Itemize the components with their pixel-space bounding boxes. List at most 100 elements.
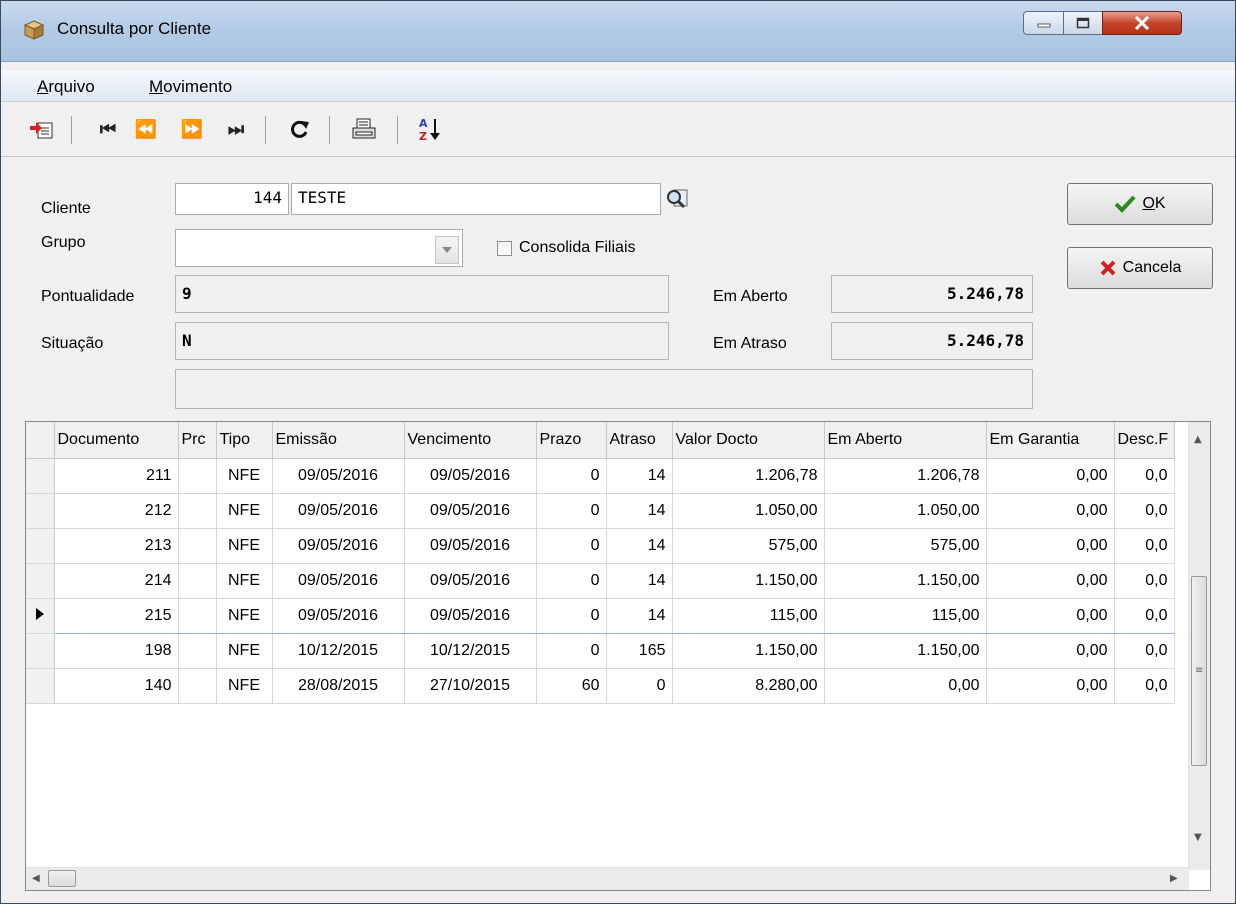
col-documento[interactable]: Documento (54, 422, 179, 459)
cell-tipo[interactable]: NFE (216, 528, 273, 564)
menu-movimento[interactable]: Movimento (149, 77, 232, 97)
cell-vencimento[interactable]: 09/05/2016 (404, 598, 537, 634)
cell-tipo[interactable]: NFE (216, 633, 273, 669)
col-vencimento[interactable]: Vencimento (404, 422, 537, 459)
row-indicator-current[interactable] (26, 598, 55, 634)
cell-prc[interactable] (178, 633, 217, 669)
cell-vencimento[interactable]: 10/12/2015 (404, 633, 537, 669)
scroll-right-icon[interactable]: ▶ (1170, 873, 1178, 884)
cell-em-aberto[interactable]: 1.150,00 (824, 563, 987, 599)
cell-prazo[interactable]: 0 (536, 458, 607, 494)
cell-prc[interactable] (178, 528, 217, 564)
consolida-filiais-checkbox[interactable] (497, 241, 512, 256)
cell-documento[interactable]: 213 (54, 528, 179, 564)
cell-documento[interactable]: 214 (54, 563, 179, 599)
cell-desc-f[interactable]: 0,0 (1114, 563, 1175, 599)
search-cliente-button[interactable] (665, 187, 689, 215)
cell-em-garantia[interactable]: 0,00 (986, 563, 1115, 599)
vertical-scroll-thumb[interactable]: ≡ (1191, 576, 1207, 766)
prev-record-button[interactable]: ⏪ (131, 116, 161, 142)
cell-atraso[interactable]: 0 (606, 668, 673, 704)
cell-prc[interactable] (178, 668, 217, 704)
col-emissao[interactable]: Emissão (272, 422, 405, 459)
table-row[interactable]: 140 NFE 28/08/2015 27/10/2015 60 0 8.280,00 0,0… (26, 668, 1175, 704)
cell-vencimento[interactable]: 09/05/2016 (404, 528, 537, 564)
table-row[interactable]: 214 NFE 09/05/2016 09/05/2016 0 14 1.150,00 1.1… (26, 563, 1175, 599)
col-prazo[interactable]: Prazo (536, 422, 607, 459)
cell-prazo[interactable]: 0 (536, 563, 607, 599)
cell-prc[interactable] (178, 563, 217, 599)
cancel-button[interactable]: Cancela (1067, 247, 1213, 289)
cell-em-garantia[interactable]: 0,00 (986, 598, 1115, 634)
col-em-garantia[interactable]: Em Garantia (986, 422, 1115, 459)
cell-em-aberto[interactable]: 575,00 (824, 528, 987, 564)
cell-desc-f[interactable]: 0,0 (1114, 528, 1175, 564)
last-record-button[interactable]: ⏭ (221, 116, 251, 142)
cell-emissao[interactable]: 09/05/2016 (272, 458, 405, 494)
cell-vencimento[interactable]: 27/10/2015 (404, 668, 537, 704)
minimize-button[interactable] (1023, 11, 1064, 35)
vertical-scrollbar[interactable]: ▲ ≡ ▼ (1188, 422, 1210, 870)
cell-documento[interactable]: 211 (54, 458, 179, 494)
menu-arquivo[interactable]: Arquivo (37, 77, 95, 97)
horizontal-scrollbar[interactable]: ◀ ▶ (26, 867, 1189, 890)
cell-vencimento[interactable]: 09/05/2016 (404, 563, 537, 599)
cell-desc-f[interactable]: 0,0 (1114, 633, 1175, 669)
table-row[interactable]: 211 NFE 09/05/2016 09/05/2016 0 14 1.206,78 1.2… (26, 458, 1175, 494)
close-button[interactable] (1102, 11, 1182, 35)
cell-emissao[interactable]: 09/05/2016 (272, 528, 405, 564)
cell-prazo[interactable]: 0 (536, 598, 607, 634)
cell-tipo[interactable]: NFE (216, 598, 273, 634)
cell-emissao[interactable]: 28/08/2015 (272, 668, 405, 704)
cell-prc[interactable] (178, 493, 217, 529)
row-indicator[interactable] (26, 493, 55, 529)
cell-em-garantia[interactable]: 0,00 (986, 458, 1115, 494)
cell-desc-f[interactable]: 0,0 (1114, 493, 1175, 529)
grupo-select[interactable] (175, 229, 463, 267)
cell-prazo[interactable]: 60 (536, 668, 607, 704)
maximize-button[interactable] (1063, 11, 1103, 35)
cell-em-aberto[interactable]: 115,00 (824, 598, 987, 634)
cell-em-aberto[interactable]: 1.050,00 (824, 493, 987, 529)
cell-prc[interactable] (178, 598, 217, 634)
cell-em-aberto[interactable]: 1.150,00 (824, 633, 987, 669)
cell-atraso[interactable]: 14 (606, 493, 673, 529)
scroll-left-icon[interactable]: ◀ (32, 873, 40, 884)
cell-atraso[interactable]: 165 (606, 633, 673, 669)
cell-valor-docto[interactable]: 1.050,00 (672, 493, 825, 529)
row-indicator[interactable] (26, 528, 55, 564)
col-valor-docto[interactable]: Valor Docto (672, 422, 825, 459)
scroll-down-icon[interactable]: ▼ (1194, 832, 1202, 843)
cell-valor-docto[interactable]: 8.280,00 (672, 668, 825, 704)
table-row[interactable]: 215 NFE 09/05/2016 09/05/2016 0 14 115,00 115,0… (26, 598, 1175, 634)
cell-prazo[interactable]: 0 (536, 633, 607, 669)
cell-atraso[interactable]: 14 (606, 528, 673, 564)
cell-atraso[interactable]: 14 (606, 563, 673, 599)
cell-valor-docto[interactable]: 1.150,00 (672, 633, 825, 669)
cell-atraso[interactable]: 14 (606, 598, 673, 634)
cell-valor-docto[interactable]: 575,00 (672, 528, 825, 564)
print-button[interactable] (347, 116, 381, 142)
row-indicator[interactable] (26, 633, 55, 669)
cell-em-garantia[interactable]: 0,00 (986, 493, 1115, 529)
cell-tipo[interactable]: NFE (216, 493, 273, 529)
grupo-dropdown-button[interactable] (435, 236, 459, 264)
cell-valor-docto[interactable]: 1.150,00 (672, 563, 825, 599)
refresh-button[interactable] (285, 116, 315, 142)
cell-emissao[interactable]: 09/05/2016 (272, 563, 405, 599)
col-atraso[interactable]: Atraso (606, 422, 673, 459)
scroll-up-icon[interactable]: ▲ (1194, 434, 1202, 445)
cell-tipo[interactable]: NFE (216, 458, 273, 494)
cell-tipo[interactable]: NFE (216, 563, 273, 599)
cliente-name-field[interactable]: TESTE (291, 183, 661, 215)
table-row[interactable]: 213 NFE 09/05/2016 09/05/2016 0 14 575,00 575,0… (26, 528, 1175, 564)
cell-documento[interactable]: 140 (54, 668, 179, 704)
cell-emissao[interactable]: 09/05/2016 (272, 493, 405, 529)
row-indicator[interactable] (26, 668, 55, 704)
col-em-aberto[interactable]: Em Aberto (824, 422, 987, 459)
table-row[interactable]: 212 NFE 09/05/2016 09/05/2016 0 14 1.050,00 1.0… (26, 493, 1175, 529)
cliente-code-field[interactable]: 144 (175, 183, 289, 215)
cell-emissao[interactable]: 10/12/2015 (272, 633, 405, 669)
cell-em-garantia[interactable]: 0,00 (986, 528, 1115, 564)
cell-documento[interactable]: 212 (54, 493, 179, 529)
